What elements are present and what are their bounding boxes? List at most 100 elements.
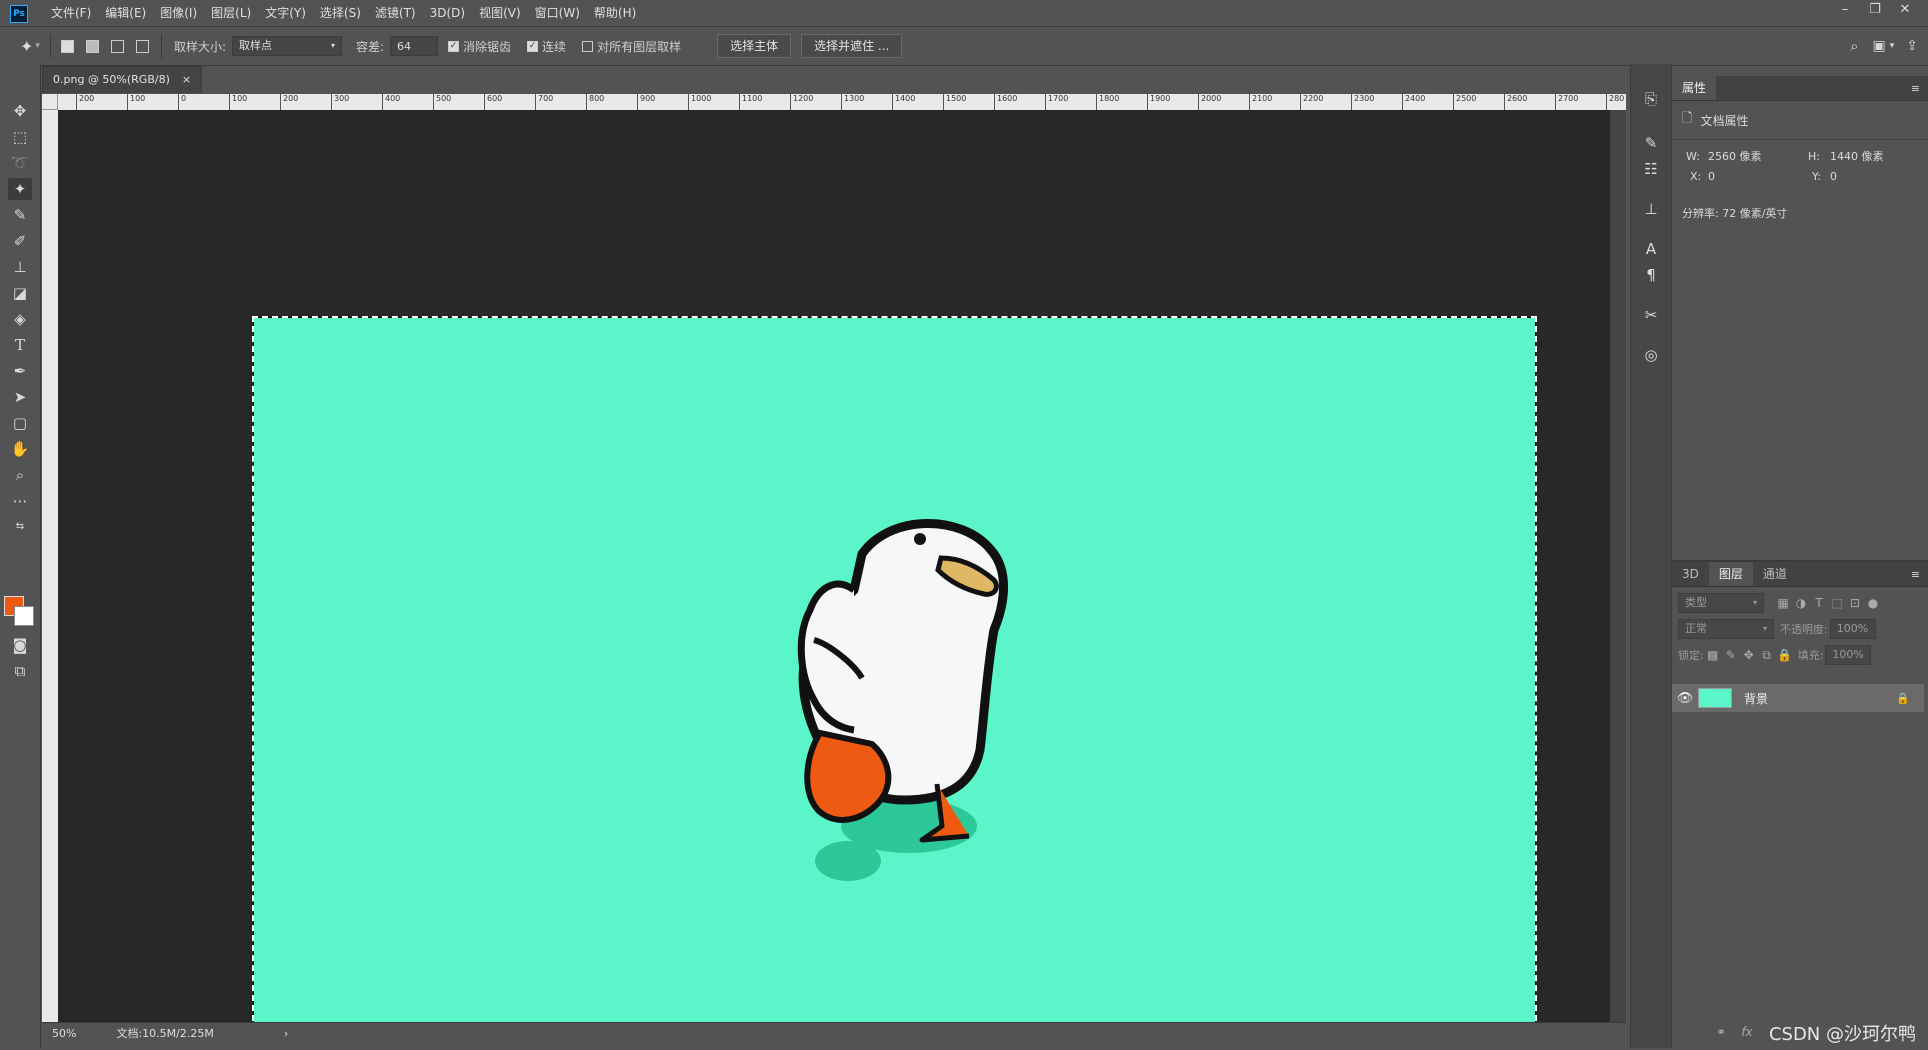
menu-layer[interactable]: 图层(L) bbox=[204, 0, 258, 26]
brush-settings-icon[interactable]: ✎ bbox=[1640, 132, 1662, 154]
more-tools-icon[interactable]: ⋯ bbox=[8, 490, 32, 512]
pixel-filter-icon[interactable]: ▦ bbox=[1774, 596, 1792, 610]
contiguous-checkbox[interactable]: ✓ bbox=[527, 40, 539, 52]
sample-all-layers-checkbox[interactable] bbox=[582, 40, 594, 52]
fill-input[interactable]: 100% bbox=[1825, 645, 1872, 665]
workspace-icon[interactable]: ▣ bbox=[1873, 38, 1886, 54]
shape-filter-icon[interactable]: ⬚ bbox=[1828, 596, 1846, 610]
anti-alias-checkbox[interactable]: ✓ bbox=[448, 40, 460, 52]
eraser-tool-icon[interactable]: ◪ bbox=[8, 282, 32, 304]
screen-mode-icon[interactable]: ⧉ bbox=[8, 660, 32, 682]
character-icon[interactable]: A bbox=[1640, 238, 1662, 260]
menu-window[interactable]: 窗口(W) bbox=[528, 0, 587, 26]
eye-icon[interactable]: 👁 bbox=[1672, 691, 1698, 706]
stamp-tool-icon[interactable]: ⊥ bbox=[8, 256, 32, 278]
path-selection-tool-icon[interactable]: ➤ bbox=[8, 386, 32, 408]
tab-layers[interactable]: 图层 bbox=[1708, 562, 1753, 586]
y-value[interactable]: 0 bbox=[1830, 170, 1837, 183]
type-tool-icon[interactable]: T bbox=[8, 334, 32, 356]
select-subject-button[interactable]: 选择主体 bbox=[717, 34, 792, 58]
lasso-tool-icon[interactable]: ➰ bbox=[8, 152, 32, 174]
tab-3d[interactable]: 3D bbox=[1672, 562, 1709, 586]
menu-help[interactable]: 帮助(H) bbox=[587, 0, 643, 26]
move-tool-icon[interactable]: ✥ bbox=[8, 100, 32, 122]
status-menu-arrow-icon[interactable]: › bbox=[284, 1027, 288, 1040]
layer-row-background[interactable]: 👁 背景 🔒 bbox=[1672, 684, 1924, 712]
magic-wand-preset-icon[interactable]: ✦ bbox=[20, 37, 33, 56]
adjustment-filter-icon[interactable]: ◑ bbox=[1792, 596, 1810, 610]
subtract-selection-icon[interactable] bbox=[110, 39, 124, 53]
photoshop-logo: Ps bbox=[10, 5, 28, 23]
tolerance-input[interactable]: 64 bbox=[390, 36, 439, 56]
share-icon[interactable]: ⇪ bbox=[1906, 38, 1918, 54]
close-tab-icon[interactable]: × bbox=[182, 67, 191, 93]
add-to-selection-icon[interactable] bbox=[85, 39, 99, 53]
layer-name[interactable]: 背景 bbox=[1744, 690, 1768, 707]
filter-toggle-icon[interactable]: ● bbox=[1864, 596, 1882, 610]
blend-mode-dropdown[interactable]: 正常 ▾ bbox=[1678, 619, 1774, 639]
type-filter-icon[interactable]: T bbox=[1810, 596, 1828, 610]
brush-tool-icon[interactable]: ✐ bbox=[8, 230, 32, 252]
zoom-level[interactable]: 50% bbox=[52, 1027, 76, 1040]
panel-menu-icon[interactable]: ≡ bbox=[1911, 82, 1920, 95]
horizontal-ruler[interactable]: 200 100 0 100 200 300 400 500 600 700 800 900 1000 11… bbox=[58, 94, 1626, 110]
new-selection-icon[interactable] bbox=[60, 39, 74, 53]
minimize-button[interactable]: – bbox=[1830, 0, 1860, 20]
history-icon[interactable]: ⎘ bbox=[1640, 88, 1662, 110]
size-row: W: 2560 像素 H: 1440 像素 bbox=[1672, 140, 1928, 164]
select-and-mask-button[interactable]: 选择并遮住 ... bbox=[801, 34, 903, 58]
pen-tool-icon[interactable]: ✒ bbox=[8, 360, 32, 382]
document-canvas[interactable] bbox=[252, 316, 1537, 1041]
stamp-panel-icon[interactable]: ⊥ bbox=[1640, 198, 1662, 220]
fx-icon[interactable]: fx bbox=[1738, 1025, 1756, 1039]
menu-type[interactable]: 文字(Y) bbox=[258, 0, 313, 26]
menu-edit[interactable]: 编辑(E) bbox=[98, 0, 153, 26]
paint-bucket-tool-icon[interactable]: ◈ bbox=[8, 308, 32, 330]
x-value[interactable]: 0 bbox=[1708, 170, 1812, 183]
hand-tool-icon[interactable]: ✋ bbox=[8, 438, 32, 460]
menu-3d[interactable]: 3D(D) bbox=[423, 0, 472, 26]
lock-pixels-icon[interactable]: ✎ bbox=[1722, 648, 1740, 662]
height-value[interactable]: 1440 像素 bbox=[1830, 148, 1884, 164]
lock-all-icon[interactable]: 🔒 bbox=[1776, 648, 1794, 662]
menu-file[interactable]: 文件(F) bbox=[44, 0, 98, 26]
menu-select[interactable]: 选择(S) bbox=[313, 0, 368, 26]
chevron-down-icon[interactable]: ▾ bbox=[1890, 41, 1895, 51]
swap-colors-icon[interactable]: ⇆ bbox=[8, 516, 32, 538]
paragraph-icon[interactable]: ¶ bbox=[1640, 264, 1662, 286]
search-icon[interactable]: ⌕ bbox=[1850, 37, 1858, 55]
restore-button[interactable]: ❐ bbox=[1860, 0, 1890, 20]
shape-tool-icon[interactable]: ▢ bbox=[8, 412, 32, 434]
menu-filter[interactable]: 滤镜(T) bbox=[368, 0, 423, 26]
link-layers-icon[interactable]: ⚭ bbox=[1712, 1025, 1730, 1039]
document-tab[interactable]: 0.png @ 50%(RGB/8) × bbox=[42, 66, 203, 93]
tools-preset-icon[interactable]: ✂ bbox=[1640, 304, 1662, 326]
ruler-origin[interactable] bbox=[42, 94, 58, 110]
background-color-swatch[interactable] bbox=[14, 606, 34, 626]
menu-view[interactable]: 视图(V) bbox=[472, 0, 528, 26]
intersect-selection-icon[interactable] bbox=[135, 39, 149, 53]
magic-wand-tool-icon[interactable]: ✦ bbox=[8, 178, 32, 200]
marquee-tool-icon[interactable]: ⬚ bbox=[8, 126, 32, 148]
chevron-down-icon[interactable]: ▾ bbox=[35, 41, 40, 51]
opacity-input[interactable]: 100% bbox=[1829, 619, 1876, 639]
libraries-icon[interactable]: ◎ bbox=[1640, 344, 1662, 366]
layer-filter-dropdown[interactable]: 类型 ▾ bbox=[1678, 593, 1764, 613]
vertical-scrollbar[interactable] bbox=[1610, 110, 1626, 1022]
tab-properties[interactable]: 属性 bbox=[1672, 76, 1717, 100]
width-value[interactable]: 2560 像素 bbox=[1708, 148, 1808, 164]
vertical-ruler[interactable] bbox=[42, 110, 58, 1022]
eyedropper-tool-icon[interactable]: ✎ bbox=[8, 204, 32, 226]
panel-menu-icon[interactable]: ≡ bbox=[1911, 568, 1920, 581]
quick-mask-icon[interactable]: ◙ bbox=[8, 634, 32, 656]
close-button[interactable]: ✕ bbox=[1890, 0, 1920, 20]
lock-transparent-icon[interactable]: ▩ bbox=[1704, 648, 1722, 662]
adjustments-icon[interactable]: ☷ bbox=[1640, 158, 1662, 180]
menu-image[interactable]: 图像(I) bbox=[153, 0, 204, 26]
sample-size-dropdown[interactable]: 取样点 ▾ bbox=[231, 36, 342, 56]
lock-position-icon[interactable]: ✥ bbox=[1740, 648, 1758, 662]
zoom-tool-icon[interactable]: ⌕ bbox=[8, 464, 32, 486]
smart-object-filter-icon[interactable]: ⊡ bbox=[1846, 596, 1864, 610]
tab-channels[interactable]: 通道 bbox=[1753, 562, 1797, 586]
lock-artboard-icon[interactable]: ⧉ bbox=[1758, 648, 1776, 663]
